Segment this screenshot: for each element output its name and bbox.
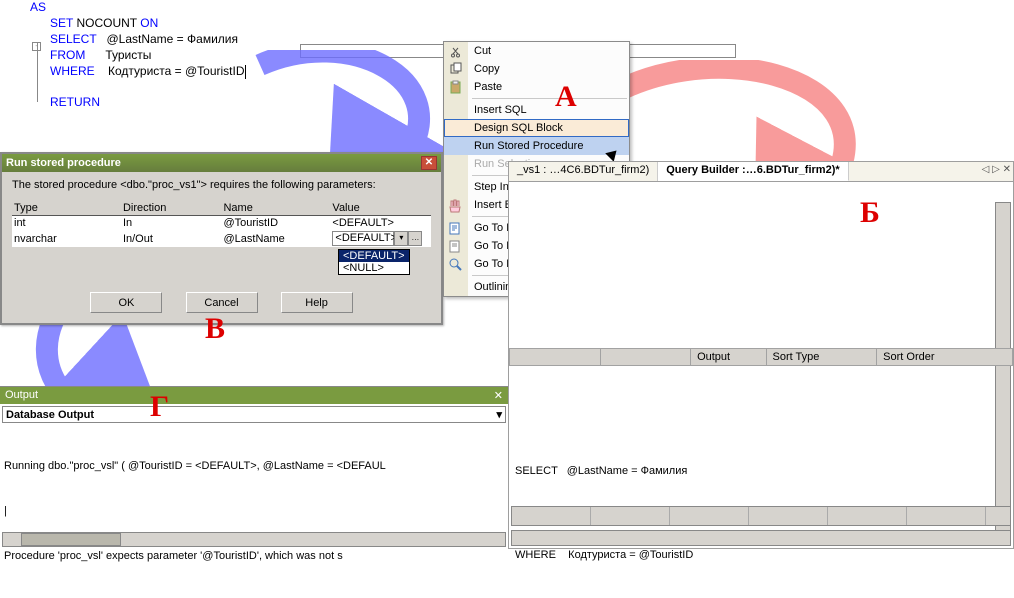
menu-run-stored-procedure[interactable]: Run Stored Procedure — [444, 137, 629, 155]
output-selector[interactable]: Database Output ▾ — [2, 406, 506, 423]
help-button[interactable]: Help — [281, 292, 353, 313]
col-sort-order: Sort Order — [877, 349, 1013, 366]
run-stored-procedure-dialog: Run stored procedure ✕ The stored proced… — [0, 152, 443, 325]
ok-button[interactable]: OK — [90, 292, 162, 313]
cancel-button[interactable]: Cancel — [186, 292, 258, 313]
scrollbar-horizontal[interactable] — [2, 532, 506, 547]
menu-copy[interactable]: Copy — [444, 60, 629, 78]
output-text: Running dbo."proc_vsl" ( @TouristID = <D… — [0, 425, 508, 598]
parameters-table: Type Direction Name Value int In @Touris… — [12, 201, 431, 247]
dialog-titlebar[interactable]: Run stored procedure ✕ — [2, 154, 441, 172]
code-line: SET NOCOUNT ON — [0, 16, 1014, 32]
paste-icon — [448, 80, 464, 96]
close-icon[interactable]: ✕ — [421, 156, 437, 170]
query-builder-window: _vs1 : …4C6.BDTur_firm2) Query Builder :… — [508, 161, 1014, 549]
dialog-message: The stored procedure <dbo."proc_vs1"> re… — [12, 179, 431, 191]
tab-inactive[interactable]: _vs1 : …4C6.BDTur_firm2) — [509, 162, 658, 181]
menu-insert-sql[interactable]: Insert SQL — [444, 101, 629, 119]
goto-ref-icon — [448, 257, 464, 273]
scrollbar-thumb[interactable] — [21, 533, 121, 546]
value-dropdown-list[interactable]: <DEFAULT> <NULL> — [338, 249, 410, 275]
table-row[interactable]: nvarchar In/Out @LastName <DEFAULT>▾… — [12, 230, 431, 247]
menu-design-sql-block[interactable]: Design SQL Block — [444, 119, 629, 137]
chevron-down-icon[interactable]: ▾ — [394, 231, 408, 246]
menu-cut[interactable]: Cut — [444, 42, 629, 60]
dropdown-option[interactable]: <NULL> — [339, 262, 409, 274]
scrollbar-horizontal[interactable] — [511, 530, 1011, 546]
value-combo[interactable]: <DEFAULT> — [332, 231, 394, 246]
results-pane[interactable] — [511, 506, 1011, 526]
col-output: Output — [691, 349, 766, 366]
dropdown-option[interactable]: <DEFAULT> — [339, 250, 409, 262]
criteria-grid[interactable]: Output Sort Type Sort Order — [509, 348, 1013, 366]
col-name: Name — [221, 201, 330, 216]
dialog-title: Run stored procedure — [6, 157, 121, 169]
close-icon[interactable]: ✕ — [494, 389, 503, 402]
output-title: Output — [5, 389, 38, 402]
output-panel: Output ✕ Database Output ▾ Running dbo."… — [0, 386, 508, 549]
col-value: Value — [330, 201, 431, 216]
copy-icon — [448, 62, 464, 78]
goto-def-icon — [448, 221, 464, 237]
outline-bracket — [37, 42, 38, 102]
menu-paste[interactable]: Paste — [444, 78, 629, 96]
cut-icon — [448, 44, 464, 60]
col-type: Type — [12, 201, 121, 216]
col-sort-type: Sort Type — [766, 349, 877, 366]
chevron-down-icon[interactable]: ▾ — [496, 408, 502, 421]
table-row[interactable]: int In @TouristID <DEFAULT> — [12, 216, 431, 231]
hand-icon — [448, 198, 464, 214]
ellipsis-button[interactable]: … — [408, 231, 422, 246]
col-direction: Direction — [121, 201, 222, 216]
goto-decl-icon — [448, 239, 464, 255]
tab-active[interactable]: Query Builder :…6.BDTur_firm2)* — [658, 162, 848, 181]
output-titlebar[interactable]: Output ✕ — [0, 387, 508, 404]
tab-controls[interactable]: ◁ ▷ ✕ — [982, 164, 1011, 175]
code-line: AS — [0, 0, 1014, 16]
